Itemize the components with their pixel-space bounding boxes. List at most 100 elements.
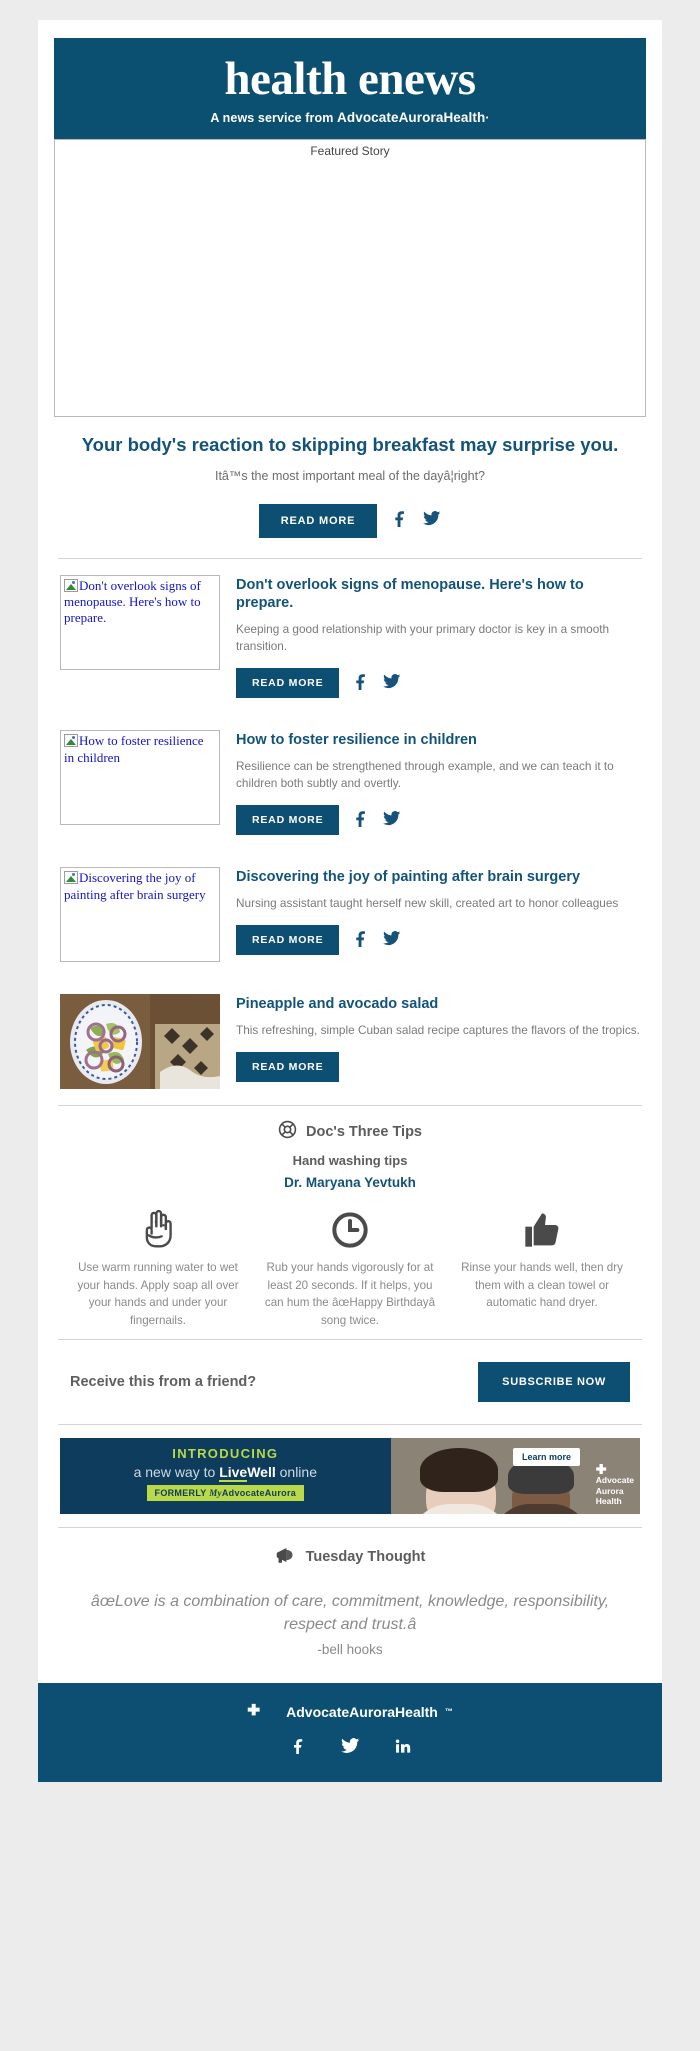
tuesday-thought-section: Tuesday Thought âœLove is a combination … (54, 1528, 646, 1683)
doc-tips-heading: Doc's Three Tips (62, 1120, 638, 1143)
article-read-more-button[interactable]: READ MORE (236, 1052, 340, 1083)
broken-image-icon (64, 578, 78, 592)
ad-headline-prefix: a new way to (133, 1464, 220, 1481)
clock-icon (264, 1208, 436, 1250)
article-thumb-wrap: Don't overlook signs of menopause. Here'… (60, 574, 220, 670)
featured-image[interactable]: Featured Story (54, 139, 646, 417)
twitter-icon[interactable] (383, 809, 401, 832)
quote-author: -bell hooks (317, 1642, 383, 1658)
article-image-alt: Don't overlook signs of menopause. Here'… (64, 577, 201, 626)
advocate-aurora-logo-icon (595, 1464, 634, 1475)
broken-image-icon (64, 871, 78, 885)
masthead: health enews A news service from Advocat… (54, 38, 646, 139)
tagline-prefix: A news service from (210, 111, 338, 125)
article-row: How to foster resilience in children How… (54, 714, 646, 851)
article-text: Discovering the joy of painting after br… (236, 867, 640, 956)
ad-formerly-prefix: FORMERLY (154, 1488, 210, 1499)
article-thumb-wrap: How to foster resilience in children (60, 730, 220, 826)
ad-logo-line3: Health (595, 1496, 622, 1507)
article-read-more-button[interactable]: READ MORE (236, 925, 340, 956)
doc-tips-title: Doc's Three Tips (306, 1123, 422, 1140)
ad-person-right (492, 1458, 591, 1515)
facebook-icon[interactable] (352, 809, 370, 832)
featured-story: Your body's reaction to skipping breakfa… (54, 417, 646, 558)
article-description: This refreshing, simple Cuban salad reci… (236, 1023, 640, 1038)
article-description: Keeping a good relationship with your pr… (236, 622, 610, 654)
ad-learn-more-button[interactable]: Learn more (512, 1448, 580, 1467)
article-title[interactable]: How to foster resilience in children (236, 731, 640, 750)
subscribe-section: Receive this from a friend? SUBSCRIBE NO… (54, 1340, 646, 1424)
article-cta-row: READ MORE (236, 805, 640, 836)
article-text: How to foster resilience in children Res… (236, 730, 640, 836)
ad-headline: a new way to LiveWell online (60, 1464, 391, 1483)
article-image-alt: How to foster resilience in children (64, 733, 204, 765)
twitter-icon[interactable] (383, 672, 401, 695)
subscribe-now-button[interactable]: SUBSCRIBE NOW (478, 1362, 630, 1403)
article-row: Don't overlook signs of menopause. Here'… (54, 559, 646, 715)
facebook-icon[interactable] (352, 929, 370, 952)
brand-mark: · (485, 111, 490, 125)
article-title[interactable]: Pineapple and avocado salad (236, 995, 640, 1014)
featured-image-alt: Featured Story (310, 144, 390, 158)
article-read-more-button[interactable]: READ MORE (236, 668, 340, 699)
article-thumbnail[interactable]: How to foster resilience in children (60, 730, 220, 826)
brand-name: AdvocateAuroraHealth (337, 110, 486, 125)
twitter-icon[interactable] (383, 929, 401, 952)
linkedin-icon[interactable] (394, 1737, 411, 1759)
featured-read-more-button[interactable]: READ MORE (258, 503, 378, 538)
article-thumb-wrap: Discovering the joy of painting after br… (60, 867, 220, 963)
ad-formerly-my: My (209, 1488, 222, 1499)
ad-formerly-brand: AdvocateAurora (221, 1488, 297, 1499)
facebook-icon[interactable] (391, 509, 409, 532)
masthead-tagline: A news service from AdvocateAuroraHealth… (64, 110, 636, 125)
ad-live-word: Live (219, 1464, 248, 1483)
article-thumb-wrap (60, 994, 220, 1090)
article-cta-row: READ MORE (236, 1052, 640, 1083)
footer-social-links (48, 1736, 652, 1760)
ad-logo: Advocate Aurora Health (596, 1464, 634, 1507)
ad-introducing-label: INTRODUCING (172, 1446, 279, 1462)
article-row: Discovering the joy of painting after br… (54, 851, 646, 978)
article-thumbnail[interactable]: Don't overlook signs of menopause. Here'… (60, 574, 220, 670)
megaphone-icon (275, 1546, 296, 1568)
ad-logo-line2: Aurora (595, 1485, 624, 1496)
tip-column: Rinse your hands well, then dry them wit… (446, 1208, 638, 1329)
ad-logo-line1: Advocate (595, 1475, 634, 1486)
doc-tips-section: Doc's Three Tips Hand washing tips Dr. M… (54, 1106, 646, 1339)
featured-title[interactable]: Your body's reaction to skipping breakfa… (80, 433, 620, 457)
lifebuoy-icon (278, 1120, 297, 1143)
article-cta-row: READ MORE (236, 668, 640, 699)
footer: AdvocateAuroraHealth ™ (38, 1683, 662, 1783)
featured-cta-row: READ MORE (80, 503, 620, 558)
article-row: Pineapple and avocado salad This refresh… (54, 978, 646, 1105)
ad-photo: Learn more Advocate Aurora Health (390, 1438, 640, 1515)
article-title[interactable]: Discovering the joy of painting after br… (236, 868, 640, 887)
twitter-icon[interactable] (340, 1736, 360, 1760)
facebook-icon[interactable] (352, 672, 370, 695)
twitter-icon[interactable] (423, 509, 441, 532)
doc-tips-doctor: Dr. Maryana Yevtukh (284, 1175, 416, 1191)
article-text: Don't overlook signs of menopause. Here'… (236, 575, 640, 699)
featured-subtitle: Itâ™s the most important meal of the day… (214, 469, 486, 484)
article-thumbnail[interactable]: Discovering the joy of painting after br… (60, 867, 220, 963)
quote-text: âœLove is a combination of care, commitm… (90, 1593, 610, 1634)
livewell-ad-banner[interactable]: INTRODUCING a new way to LiveWell online… (60, 1438, 640, 1515)
footer-brand: AdvocateAuroraHealth ™ (48, 1703, 652, 1720)
article-image-alt: Discovering the joy of painting after br… (64, 870, 206, 902)
broken-image-icon (64, 734, 78, 748)
tuesday-thought-title: Tuesday Thought (305, 1549, 426, 1566)
ad-formerly-badge: FORMERLY MyAdvocateAurora (146, 1485, 305, 1502)
facebook-icon[interactable] (290, 1737, 307, 1759)
page-bottom-spacer (0, 1782, 700, 1805)
advocate-aurora-logo-icon (247, 1703, 279, 1720)
article-description: Resilience can be strengthened through e… (236, 759, 614, 791)
tip-text: Use warm running water to wet your hands… (77, 1261, 239, 1327)
ad-person-left (407, 1448, 512, 1515)
article-read-more-button[interactable]: READ MORE (236, 805, 340, 836)
ad-well-word: Well (247, 1464, 276, 1481)
tip-column: Rub your hands vigorously for at least 2… (254, 1208, 446, 1329)
hand-soap-icon (72, 1208, 244, 1250)
article-title[interactable]: Don't overlook signs of menopause. Here'… (236, 576, 640, 614)
thumbs-up-icon (456, 1208, 628, 1250)
article-thumbnail[interactable] (60, 994, 220, 1090)
